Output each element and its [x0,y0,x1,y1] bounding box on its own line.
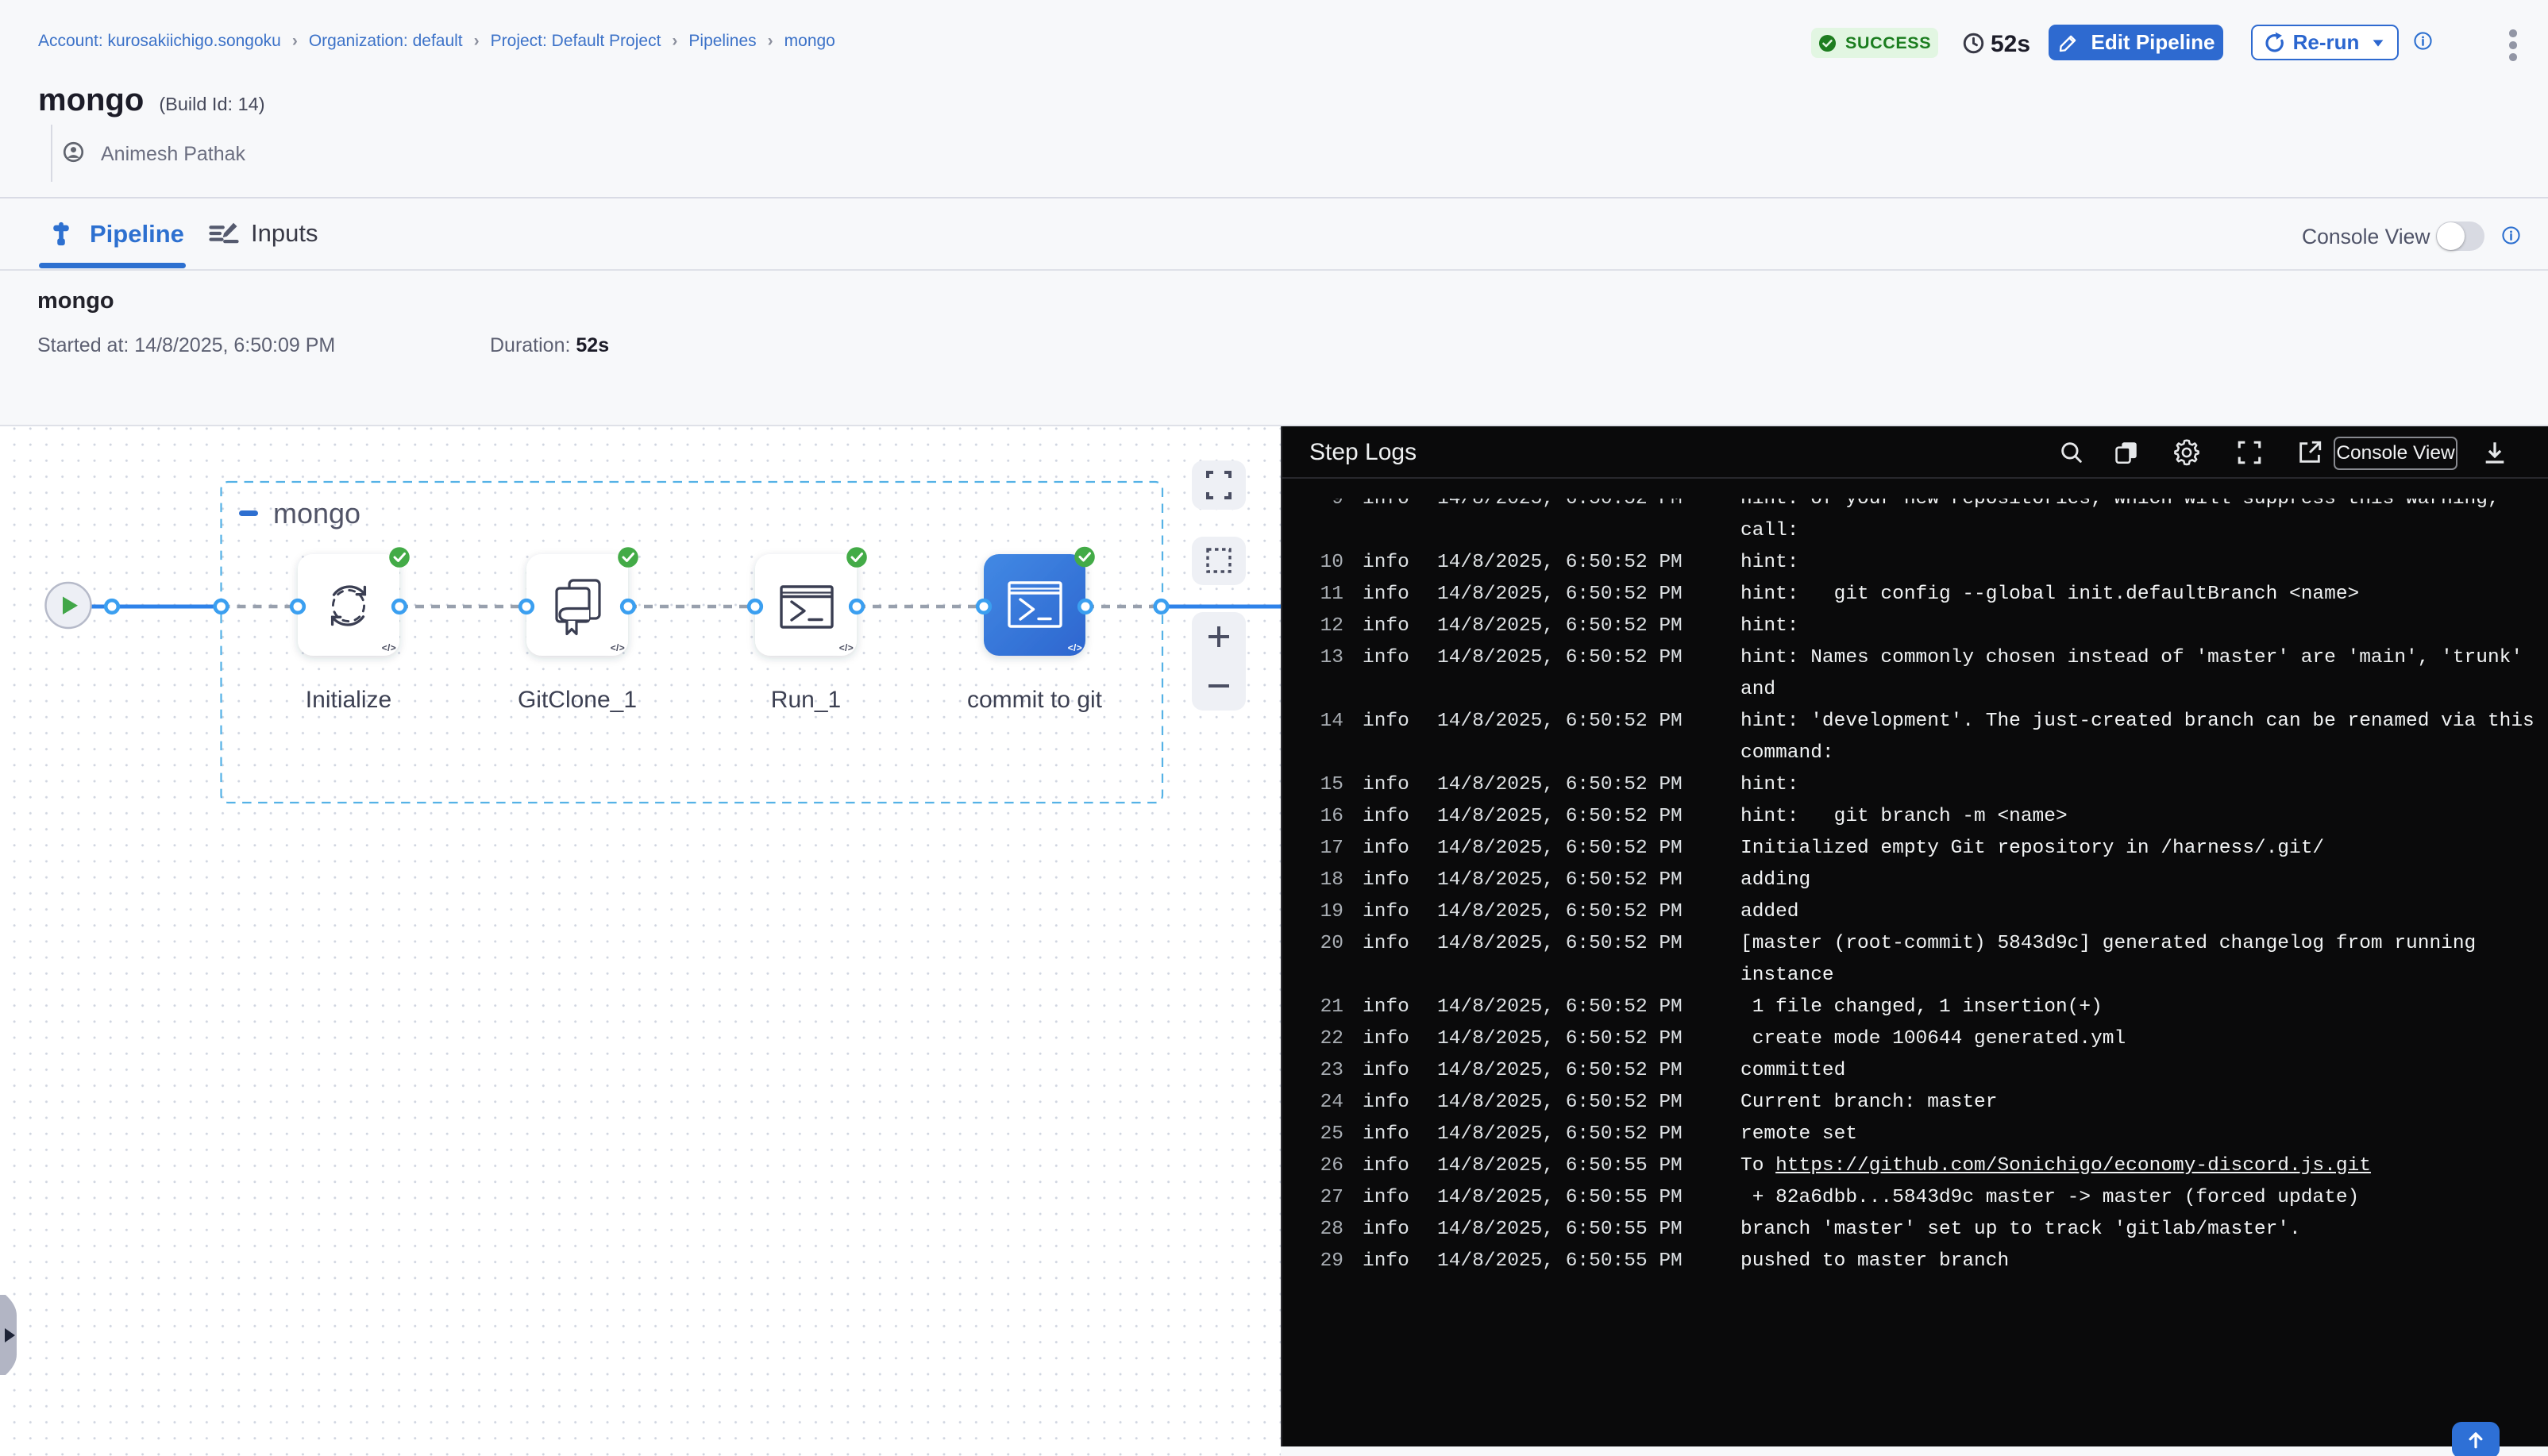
svg-text:</>: </> [1068,642,1082,653]
svg-text:</>: </> [382,642,396,653]
svg-text:GitClone_1: GitClone_1 [518,687,637,713]
svg-text:</>: </> [839,642,854,653]
svg-text:Initialize: Initialize [306,687,391,713]
svg-text:mongo: mongo [273,497,360,530]
svg-text:</>: </> [611,642,625,653]
svg-text:Run_1: Run_1 [771,687,841,713]
svg-text:commit to git: commit to git [967,687,1103,713]
